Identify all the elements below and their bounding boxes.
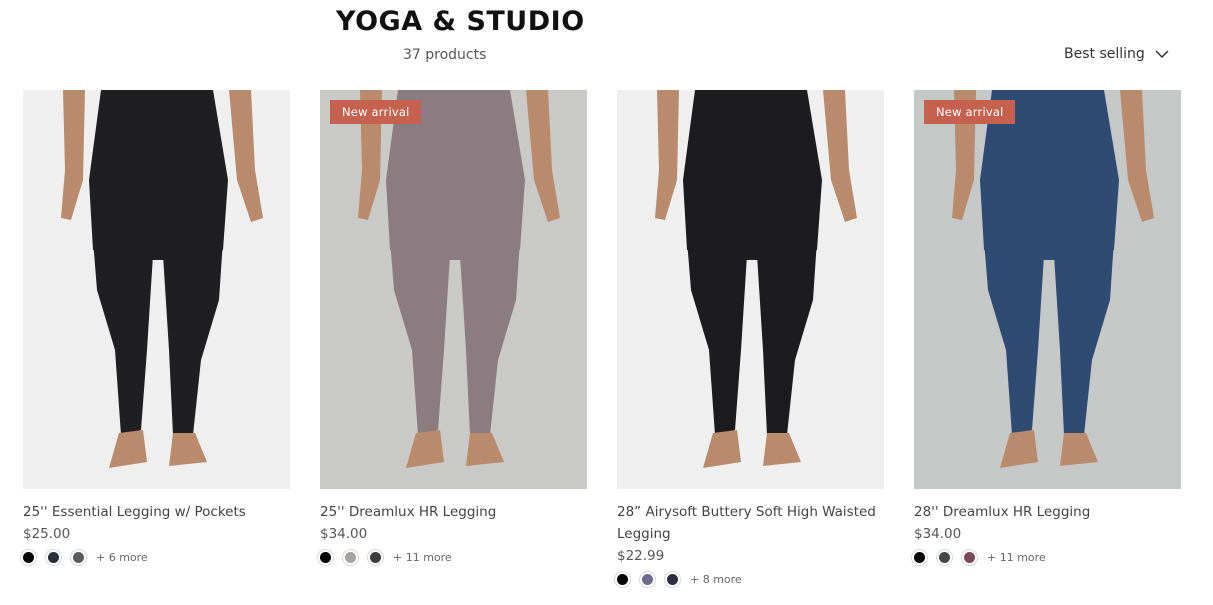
product-price: $22.99 (617, 548, 665, 564)
color-swatch[interactable] (48, 552, 59, 563)
color-swatch[interactable] (73, 552, 84, 563)
color-swatch[interactable] (320, 552, 331, 563)
color-swatch[interactable] (914, 552, 925, 563)
product-card[interactable]: 28” Airysoft Buttery Soft High Waisted L… (617, 90, 884, 586)
product-card[interactable]: 25'' Essential Legging w/ Pockets $25.00… (23, 90, 290, 586)
color-swatches: + 6 more (23, 551, 290, 564)
product-card[interactable]: New arrival 25'' Dreamlux HR Legging $34… (320, 90, 587, 586)
color-swatch[interactable] (617, 574, 628, 585)
product-image[interactable]: New arrival (320, 90, 587, 489)
product-price: $34.00 (320, 526, 368, 542)
product-title[interactable]: 25'' Essential Legging w/ Pockets (23, 501, 290, 523)
new-arrival-badge: New arrival (330, 100, 422, 124)
sort-label: Best selling (1064, 46, 1145, 62)
color-swatch[interactable] (370, 552, 381, 563)
product-price: $25.00 (23, 526, 71, 542)
product-title[interactable]: 25'' Dreamlux HR Legging (320, 501, 587, 523)
product-image[interactable]: New arrival (914, 90, 1181, 489)
more-colors-link[interactable]: + 11 more (987, 551, 1046, 564)
product-grid: 25'' Essential Legging w/ Pockets $25.00… (23, 90, 1183, 586)
color-swatch[interactable] (23, 552, 34, 563)
product-price: $34.00 (914, 526, 962, 542)
color-swatches: + 11 more (320, 551, 587, 564)
product-count: 37 products (403, 47, 487, 63)
color-swatch[interactable] (667, 574, 678, 585)
more-colors-link[interactable]: + 11 more (393, 551, 452, 564)
more-colors-link[interactable]: + 6 more (96, 551, 148, 564)
product-image[interactable] (617, 90, 884, 489)
product-title[interactable]: 28'' Dreamlux HR Legging (914, 501, 1181, 523)
sort-dropdown[interactable]: Best selling (1064, 46, 1169, 62)
collection-title: YOGA & STUDIO (336, 6, 585, 37)
color-swatches: + 8 more (617, 573, 884, 586)
more-colors-link[interactable]: + 8 more (690, 573, 742, 586)
color-swatches: + 11 more (914, 551, 1181, 564)
chevron-down-icon (1155, 49, 1169, 59)
color-swatch[interactable] (345, 552, 356, 563)
color-swatch[interactable] (939, 552, 950, 563)
product-card[interactable]: New arrival 28'' Dreamlux HR Legging $34… (914, 90, 1181, 586)
product-title[interactable]: 28” Airysoft Buttery Soft High Waisted L… (617, 501, 884, 545)
collection-page: YOGA & STUDIO 37 products Best selling 2… (0, 0, 1213, 605)
color-swatch[interactable] (642, 574, 653, 585)
product-image[interactable] (23, 90, 290, 489)
color-swatch[interactable] (964, 552, 975, 563)
new-arrival-badge: New arrival (924, 100, 1016, 124)
